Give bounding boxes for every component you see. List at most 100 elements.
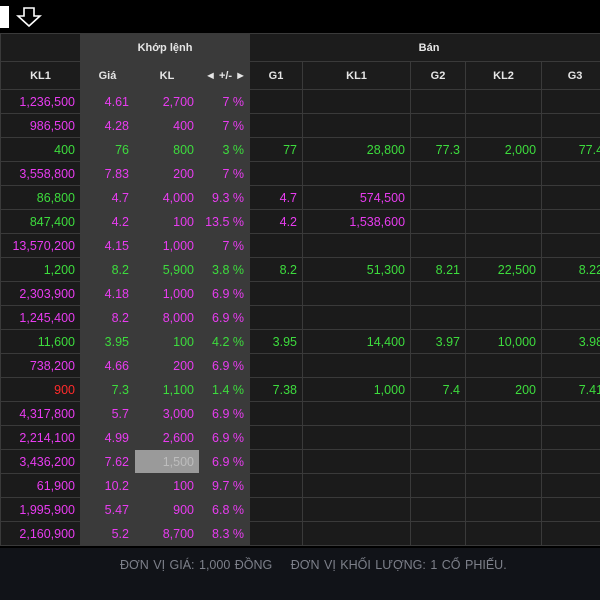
cell-volume[interactable]: 100 bbox=[134, 209, 200, 234]
cell-kl1[interactable]: 1,000 bbox=[302, 377, 412, 402]
cell-kl1[interactable] bbox=[302, 425, 412, 450]
cell-g2[interactable]: 77.3 bbox=[410, 137, 467, 162]
cell-volume[interactable]: 4,000 bbox=[134, 185, 200, 210]
cell-change[interactable]: 7 % bbox=[198, 233, 251, 258]
cell-change[interactable]: 6.8 % bbox=[198, 497, 251, 522]
cell-g1[interactable] bbox=[249, 89, 304, 114]
cell-g3[interactable] bbox=[541, 209, 600, 234]
table-row[interactable]: 13,570,200 4.15 1,000 7 % bbox=[0, 233, 600, 258]
cell-kl2[interactable] bbox=[465, 161, 543, 186]
cell-change[interactable]: 6.9 % bbox=[198, 449, 251, 474]
cell-kl2[interactable]: 22,500 bbox=[465, 257, 543, 282]
cell-kl1-left[interactable]: 986,500 bbox=[0, 113, 81, 138]
cell-kl1[interactable]: 28,800 bbox=[302, 137, 412, 162]
cell-g1[interactable] bbox=[249, 353, 304, 378]
cell-g3[interactable] bbox=[541, 449, 600, 474]
cell-g1[interactable] bbox=[249, 113, 304, 138]
table-row[interactable]: 1,200 8.2 5,900 3.8 % 8.2 51,300 8.21 22,500 8.2… bbox=[0, 257, 600, 282]
cell-price[interactable]: 7.83 bbox=[80, 161, 135, 186]
cell-price[interactable]: 3.95 bbox=[80, 329, 135, 354]
cell-kl1-left[interactable]: 900 bbox=[0, 377, 81, 402]
col-price[interactable]: Giá bbox=[80, 61, 135, 90]
left-toggle-icon[interactable]: ◄ bbox=[205, 70, 216, 82]
cell-kl2[interactable] bbox=[465, 233, 543, 258]
cell-kl1-left[interactable]: 86,800 bbox=[0, 185, 81, 210]
cell-kl1-left[interactable]: 3,436,200 bbox=[0, 449, 81, 474]
table-row[interactable]: 86,800 4.7 4,000 9.3 % 4.7 574,500 bbox=[0, 185, 600, 210]
cell-price[interactable]: 4.66 bbox=[80, 353, 135, 378]
cell-kl1-left[interactable]: 847,400 bbox=[0, 209, 81, 234]
cell-volume[interactable]: 1,500 bbox=[134, 449, 200, 474]
cell-kl1[interactable] bbox=[302, 305, 412, 330]
cell-kl1[interactable] bbox=[302, 233, 412, 258]
cell-g1[interactable]: 77 bbox=[249, 137, 304, 162]
cell-volume[interactable]: 8,000 bbox=[134, 305, 200, 330]
cell-price[interactable]: 7.3 bbox=[80, 377, 135, 402]
cell-g1[interactable] bbox=[249, 233, 304, 258]
down-arrow-icon[interactable] bbox=[16, 6, 42, 28]
cell-kl2[interactable]: 2,000 bbox=[465, 137, 543, 162]
cell-kl1-left[interactable]: 11,600 bbox=[0, 329, 81, 354]
cell-g1[interactable]: 4.7 bbox=[249, 185, 304, 210]
cell-price[interactable]: 76 bbox=[80, 137, 135, 162]
cell-kl1[interactable] bbox=[302, 473, 412, 498]
cell-kl1-left[interactable]: 2,160,900 bbox=[0, 521, 81, 546]
cell-volume[interactable]: 2,700 bbox=[134, 89, 200, 114]
cell-volume[interactable]: 3,000 bbox=[134, 401, 200, 426]
cell-kl1[interactable] bbox=[302, 353, 412, 378]
cell-g3[interactable] bbox=[541, 113, 600, 138]
cell-g3[interactable] bbox=[541, 353, 600, 378]
cell-g2[interactable]: 8.21 bbox=[410, 257, 467, 282]
cell-g2[interactable] bbox=[410, 353, 467, 378]
cell-g1[interactable]: 8.2 bbox=[249, 257, 304, 282]
cell-change[interactable]: 7 % bbox=[198, 113, 251, 138]
cell-change[interactable]: 6.9 % bbox=[198, 305, 251, 330]
col-kl2[interactable]: KL2 bbox=[465, 61, 543, 90]
col-kl1[interactable]: KL1 bbox=[302, 61, 412, 90]
cell-g2[interactable] bbox=[410, 425, 467, 450]
table-row[interactable]: 400768003 %7728,80077.32,00077.4 bbox=[0, 137, 600, 162]
table-row[interactable]: 3,558,800 7.83 200 7 % bbox=[0, 161, 600, 186]
cell-price[interactable]: 10.2 bbox=[80, 473, 135, 498]
cell-g2[interactable] bbox=[410, 449, 467, 474]
scroll-indicator[interactable] bbox=[0, 6, 9, 28]
cell-g3[interactable] bbox=[541, 521, 600, 546]
cell-g1[interactable]: 3.95 bbox=[249, 329, 304, 354]
cell-kl1-left[interactable]: 400 bbox=[0, 137, 81, 162]
cell-kl1[interactable] bbox=[302, 497, 412, 522]
cell-volume[interactable]: 200 bbox=[134, 161, 200, 186]
cell-volume[interactable]: 400 bbox=[134, 113, 200, 138]
cell-kl2[interactable] bbox=[465, 305, 543, 330]
cell-kl2[interactable] bbox=[465, 89, 543, 114]
cell-g3[interactable] bbox=[541, 185, 600, 210]
cell-g2[interactable] bbox=[410, 473, 467, 498]
cell-kl1[interactable] bbox=[302, 401, 412, 426]
cell-kl2[interactable] bbox=[465, 497, 543, 522]
cell-kl1-left[interactable]: 1,995,900 bbox=[0, 497, 81, 522]
cell-kl1[interactable] bbox=[302, 521, 412, 546]
cell-g3[interactable] bbox=[541, 473, 600, 498]
cell-kl2[interactable] bbox=[465, 473, 543, 498]
cell-g3[interactable]: 3.98 bbox=[541, 329, 600, 354]
cell-g1[interactable] bbox=[249, 161, 304, 186]
cell-change[interactable]: 13.5 % bbox=[198, 209, 251, 234]
cell-g2[interactable] bbox=[410, 305, 467, 330]
cell-g1[interactable] bbox=[249, 401, 304, 426]
cell-g3[interactable] bbox=[541, 497, 600, 522]
col-g2[interactable]: G2 bbox=[410, 61, 467, 90]
cell-price[interactable]: 8.2 bbox=[80, 305, 135, 330]
cell-g2[interactable]: 3.97 bbox=[410, 329, 467, 354]
cell-price[interactable]: 4.15 bbox=[80, 233, 135, 258]
cell-volume[interactable]: 1,000 bbox=[134, 233, 200, 258]
table-row[interactable]: 61,900 10.2 100 9.7 % bbox=[0, 473, 600, 498]
cell-kl2[interactable] bbox=[465, 425, 543, 450]
cell-g2[interactable] bbox=[410, 161, 467, 186]
cell-kl1[interactable] bbox=[302, 449, 412, 474]
cell-price[interactable]: 5.7 bbox=[80, 401, 135, 426]
cell-kl2[interactable] bbox=[465, 209, 543, 234]
cell-kl2[interactable] bbox=[465, 113, 543, 138]
cell-g3[interactable] bbox=[541, 233, 600, 258]
cell-g2[interactable] bbox=[410, 233, 467, 258]
cell-volume[interactable]: 8,700 bbox=[134, 521, 200, 546]
cell-kl1[interactable] bbox=[302, 161, 412, 186]
